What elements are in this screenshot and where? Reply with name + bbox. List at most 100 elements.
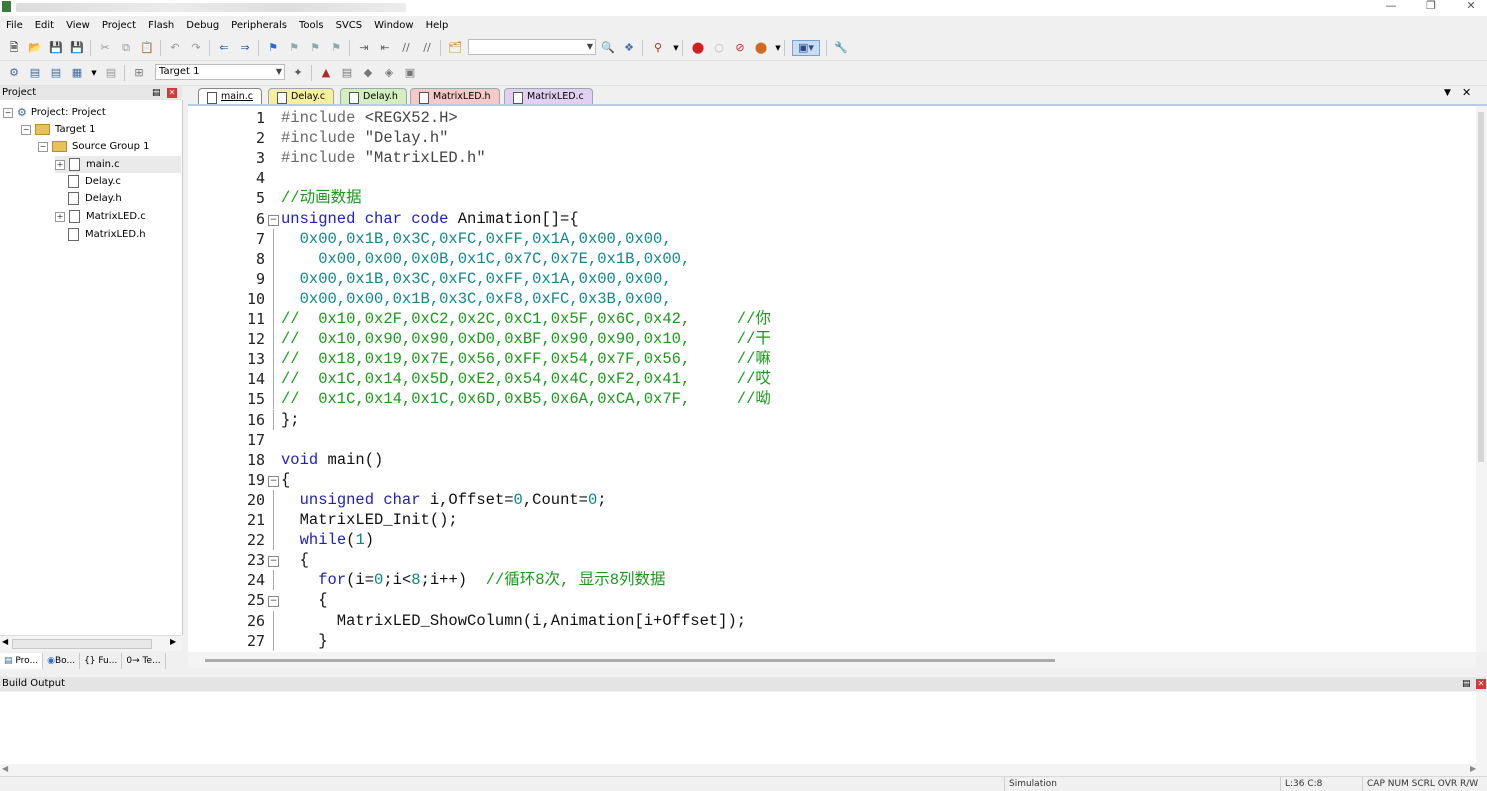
translate-icon[interactable]: ⚙	[6, 65, 22, 81]
code-line[interactable]: unsigned char i,Offset=0,Count=0;	[281, 490, 607, 510]
paste-icon[interactable]: 📋	[139, 40, 155, 56]
minimize-button[interactable]: —	[1376, 0, 1406, 14]
tab-list-icon[interactable]: ▼	[1444, 88, 1451, 98]
menu-tools[interactable]: Tools	[293, 16, 330, 35]
stop-build-icon[interactable]: ▤	[103, 65, 119, 81]
close-tab-icon[interactable]: ✕	[1462, 86, 1471, 99]
fold-toggle-icon[interactable]: −	[268, 214, 279, 226]
configure-icon[interactable]: 🔧	[833, 40, 849, 56]
code-line[interactable]: // 0x10,0x90,0x90,0xD0,0xBF,0x90,0x90,0x…	[281, 329, 771, 349]
editor-vscroll-thumb[interactable]	[1478, 112, 1484, 462]
tree-file-main-c[interactable]: + main.c	[55, 156, 181, 173]
next-bookmark-icon[interactable]: ⚑	[307, 40, 323, 56]
navigate-back-icon[interactable]: ⇐	[216, 40, 232, 56]
batch-dropdown-icon[interactable]: ▼	[86, 65, 102, 81]
tab-matrixled-c[interactable]: MatrixLED.c	[504, 88, 593, 104]
menu-project[interactable]: Project	[96, 16, 142, 35]
kill-breakpoints-icon[interactable]: ⊘	[732, 40, 748, 56]
kill-all-icon[interactable]: ⬤	[753, 40, 769, 56]
scroll-left-icon[interactable]: ◀	[2, 637, 8, 646]
navigate-forward-icon[interactable]: ⇒	[237, 40, 253, 56]
pin-icon[interactable]: ▤	[1462, 677, 1471, 691]
find-combo[interactable]: ▼	[468, 39, 596, 55]
build-output-vscrollbar[interactable]	[1476, 692, 1487, 764]
collapse-icon[interactable]: −	[21, 124, 31, 135]
code-line[interactable]: #include <REGX52.H>	[281, 108, 458, 128]
save-icon[interactable]: 💾	[48, 40, 64, 56]
tab-project[interactable]: ▤ Pro...	[0, 653, 44, 669]
collapse-icon[interactable]: −	[3, 107, 13, 118]
tab-matrixled-h[interactable]: MatrixLED.h	[410, 88, 500, 104]
code-line[interactable]: // 0x1C,0x14,0x1C,0x6D,0xB5,0x6A,0xCA,0x…	[281, 389, 771, 409]
code-line[interactable]: {	[281, 590, 327, 610]
expand-icon[interactable]: +	[55, 211, 65, 222]
find-in-files-icon[interactable]: 🗂	[447, 40, 463, 56]
menu-view[interactable]: View	[60, 16, 96, 35]
bookmark-icon[interactable]: ⚑	[265, 40, 281, 56]
menu-help[interactable]: Help	[420, 16, 455, 35]
incremental-find-icon[interactable]: ❖	[621, 40, 637, 56]
code-line[interactable]: MatrixLED_Init();	[281, 510, 458, 530]
target-options-icon[interactable]: ✦	[290, 65, 306, 81]
scroll-right-icon[interactable]: ▶	[1470, 764, 1476, 773]
menu-debug[interactable]: Debug	[180, 16, 225, 35]
build-icon[interactable]: ▤	[27, 65, 43, 81]
tree-group[interactable]: − Source Group 1	[38, 138, 150, 155]
breakpoint-icon[interactable]: ⬤	[690, 40, 706, 56]
restore-button[interactable]: ❐	[1416, 0, 1446, 14]
code-line[interactable]: }	[281, 631, 327, 651]
editor-hscroll-thumb[interactable]	[205, 659, 1055, 662]
code-line[interactable]: 0x00,0x1B,0x3C,0xFC,0xFF,0x1A,0x00,0x00,	[281, 229, 672, 249]
tree-file-delay-c[interactable]: Delay.c	[68, 173, 121, 190]
code-line[interactable]: //动画数据	[281, 188, 362, 208]
tree-file-matrixled-h[interactable]: MatrixLED.h	[68, 226, 146, 243]
menu-window[interactable]: Window	[368, 16, 419, 35]
tab-books[interactable]: ◉Bo...	[43, 653, 81, 669]
code-line[interactable]: 0x00,0x1B,0x3C,0xFC,0xFF,0x1A,0x00,0x00,	[281, 269, 672, 289]
code-line[interactable]: unsigned char code Animation[]={	[281, 209, 579, 229]
build-output-area[interactable]	[0, 692, 1487, 764]
pack-installer-icon[interactable]: ◈	[381, 65, 397, 81]
unindent-icon[interactable]: ⇤	[377, 40, 393, 56]
clear-bookmarks-icon[interactable]: ⚑	[328, 40, 344, 56]
code-line[interactable]: // 0x18,0x19,0x7E,0x56,0xFF,0x54,0x7F,0x…	[281, 349, 771, 369]
menu-peripherals[interactable]: Peripherals	[225, 16, 293, 35]
rebuild-icon[interactable]: ▤	[48, 65, 64, 81]
code-line[interactable]: for(i=0;i<8;i++) //循环8次, 显示8列数据	[281, 570, 665, 590]
code-line[interactable]: // 0x10,0x2F,0xC2,0x2C,0xC1,0x5F,0x6C,0x…	[281, 309, 771, 329]
scroll-thumb[interactable]	[12, 639, 152, 649]
batch-build-icon[interactable]: ▦	[69, 65, 85, 81]
code-line[interactable]: 0x00,0x00,0x1B,0x3C,0xF8,0xFC,0x3B,0x00,	[281, 289, 672, 309]
copy-icon[interactable]: ⧉	[118, 40, 134, 56]
pin-icon[interactable]: ▤	[152, 86, 161, 100]
tab-functions[interactable]: {} Fu...	[80, 653, 123, 669]
code-editor[interactable]: 1 #include <REGX52.H> 2 #include "Delay.h" 3…	[188, 106, 1476, 652]
build-output-hscrollbar[interactable]: ◀ ▶	[0, 764, 1487, 776]
code-line[interactable]: MatrixLED_ShowColumn(i,Animation[i+Offse…	[281, 611, 746, 631]
menu-edit[interactable]: Edit	[29, 16, 60, 35]
prev-bookmark-icon[interactable]: ⚑	[286, 40, 302, 56]
close-panel-icon[interactable]: ✕	[1476, 679, 1486, 689]
code-line[interactable]: 0x00,0x00,0x0B,0x1C,0x7C,0x7E,0x1B,0x00,	[281, 249, 690, 269]
tab-delay-h[interactable]: Delay.h	[340, 88, 407, 104]
expand-icon[interactable]: +	[55, 159, 65, 170]
code-line[interactable]: void main()	[281, 450, 383, 470]
disable-breakpoint-icon[interactable]: ○	[711, 40, 727, 56]
file-extensions-icon[interactable]: ▲	[318, 65, 334, 81]
code-line[interactable]: };	[281, 410, 300, 430]
fold-toggle-icon[interactable]: −	[268, 596, 279, 608]
uncomment-icon[interactable]: //	[419, 40, 435, 56]
tree-file-delay-h[interactable]: Delay.h	[68, 190, 122, 207]
collapse-icon[interactable]: −	[38, 141, 48, 152]
tree-file-matrixled-c[interactable]: + MatrixLED.c	[55, 208, 146, 225]
code-line[interactable]: {	[281, 550, 309, 570]
run-time-env-icon[interactable]: ▣	[402, 65, 418, 81]
open-file-icon[interactable]: 📂	[27, 40, 43, 56]
target-select[interactable]: Target 1 ▼	[155, 64, 285, 80]
tree-root[interactable]: − ⚙ Project: Project	[3, 104, 106, 121]
debug-session-icon[interactable]: ⚲	[650, 40, 666, 56]
code-line[interactable]: #include "MatrixLED.h"	[281, 148, 486, 168]
tab-templates[interactable]: 0→ Te...	[122, 653, 166, 669]
new-file-icon[interactable]: 🗎	[6, 40, 22, 56]
manage-project-items-icon[interactable]: ▤	[339, 65, 355, 81]
